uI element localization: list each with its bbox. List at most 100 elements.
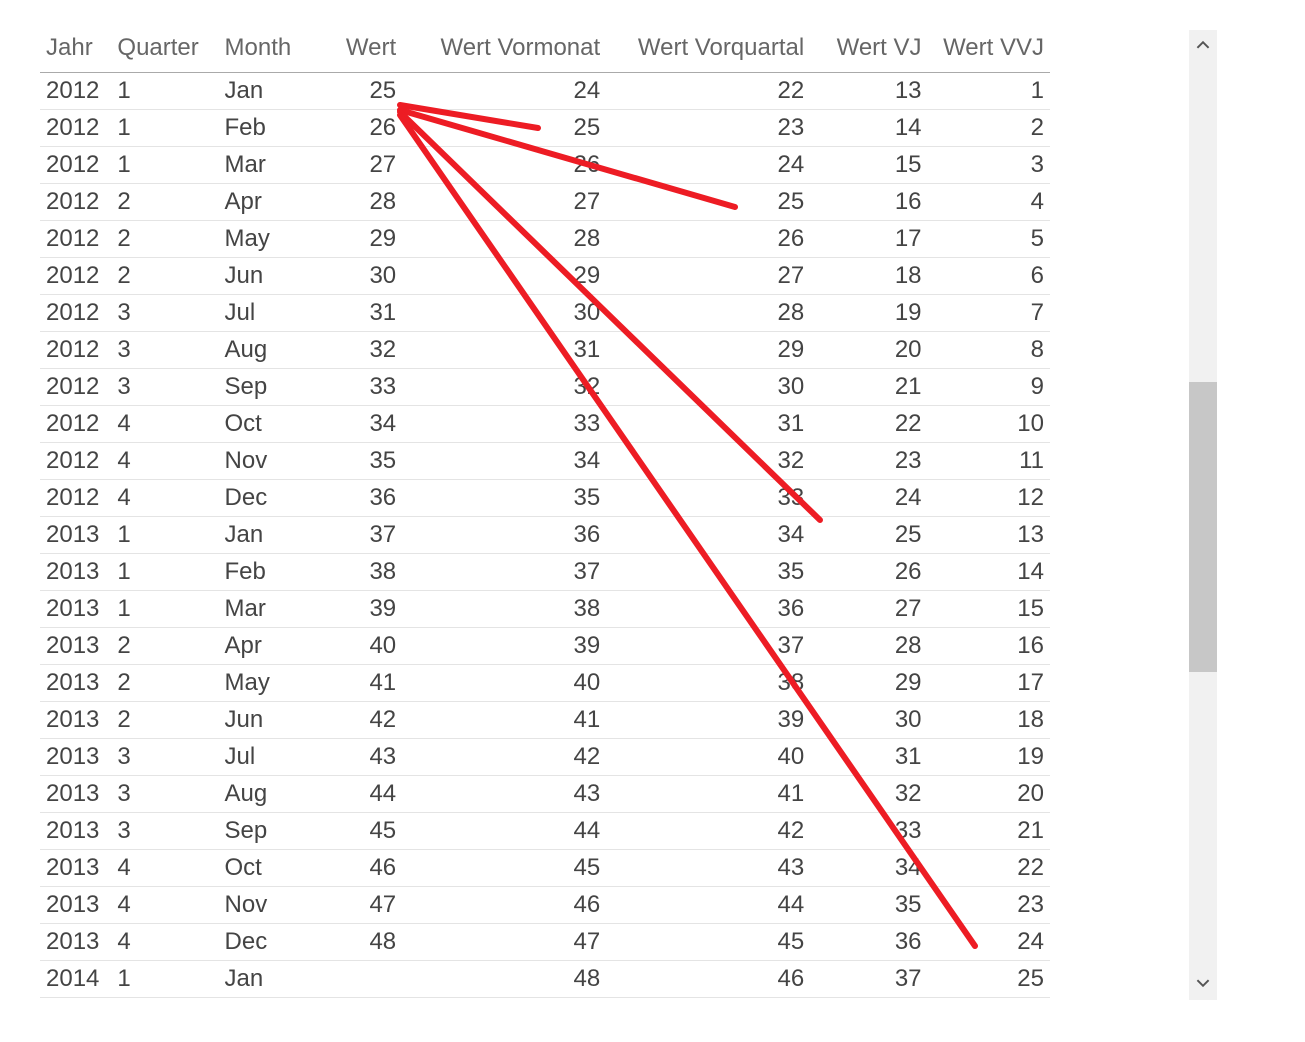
col-header-wert[interactable]: Wert [321, 30, 403, 73]
cell-vvj: 11 [928, 443, 1050, 480]
cell-vorquartal: 23 [606, 110, 810, 147]
cell-vj: 22 [810, 406, 927, 443]
cell-vj: 17 [810, 221, 927, 258]
cell-vj: 27 [810, 591, 927, 628]
cell-vj: 32 [810, 776, 927, 813]
cell-vj: 37 [810, 961, 927, 998]
cell-wert: 39 [321, 591, 403, 628]
table-row[interactable]: 20121Jan252422131 [40, 73, 1050, 110]
cell-vorquartal: 38 [606, 665, 810, 702]
cell-quarter: 4 [111, 480, 218, 517]
table-row[interactable]: 20122Apr282725164 [40, 184, 1050, 221]
table-row[interactable]: 20121Feb262523142 [40, 110, 1050, 147]
table-row[interactable]: 20133Sep4544423321 [40, 813, 1050, 850]
scroll-down-button[interactable] [1189, 968, 1217, 1000]
table-row[interactable]: 20134Nov4746443523 [40, 887, 1050, 924]
cell-month: Feb [219, 554, 321, 591]
table-row[interactable]: 20123Sep333230219 [40, 369, 1050, 406]
cell-month: Jun [219, 258, 321, 295]
cell-vormonat: 30 [402, 295, 606, 332]
table-row[interactable]: 20123Aug323129208 [40, 332, 1050, 369]
cell-vvj: 13 [928, 517, 1050, 554]
cell-jahr: 2012 [40, 443, 111, 480]
table-row[interactable]: 20132May4140382917 [40, 665, 1050, 702]
col-header-vormonat[interactable]: Wert Vormonat [402, 30, 606, 73]
cell-jahr: 2013 [40, 665, 111, 702]
cell-quarter: 1 [111, 554, 218, 591]
table-row[interactable]: 20133Aug4443413220 [40, 776, 1050, 813]
table-row[interactable]: 20124Nov3534322311 [40, 443, 1050, 480]
table-row[interactable]: 20133Jul4342403119 [40, 739, 1050, 776]
cell-vormonat: 44 [402, 813, 606, 850]
cell-jahr: 2012 [40, 258, 111, 295]
cell-jahr: 2013 [40, 628, 111, 665]
cell-vj: 33 [810, 813, 927, 850]
table-row[interactable]: 20132Apr4039372816 [40, 628, 1050, 665]
table-row[interactable]: 20124Oct3433312210 [40, 406, 1050, 443]
cell-vormonat: 36 [402, 517, 606, 554]
col-header-jahr[interactable]: Jahr [40, 30, 111, 73]
table-row[interactable]: 20134Dec4847453624 [40, 924, 1050, 961]
cell-vormonat: 48 [402, 961, 606, 998]
cell-jahr: 2013 [40, 554, 111, 591]
table-row[interactable]: 20131Feb3837352614 [40, 554, 1050, 591]
cell-jahr: 2012 [40, 221, 111, 258]
cell-vj: 25 [810, 517, 927, 554]
cell-month: Apr [219, 628, 321, 665]
cell-wert: 25 [321, 73, 403, 110]
table-row[interactable]: 20141Jan48463725 [40, 961, 1050, 998]
cell-vj: 24 [810, 480, 927, 517]
vertical-scrollbar[interactable] [1189, 30, 1217, 1000]
table-row[interactable]: 20132Jun4241393018 [40, 702, 1050, 739]
cell-month: Jan [219, 517, 321, 554]
col-header-vj[interactable]: Wert VJ [810, 30, 927, 73]
cell-vorquartal: 28 [606, 295, 810, 332]
cell-quarter: 3 [111, 776, 218, 813]
col-header-vvj[interactable]: Wert VVJ [928, 30, 1050, 73]
cell-wert: 26 [321, 110, 403, 147]
table-row[interactable]: 20123Jul313028197 [40, 295, 1050, 332]
cell-vj: 15 [810, 147, 927, 184]
table-row[interactable]: 20131Mar3938362715 [40, 591, 1050, 628]
col-header-vorquartal[interactable]: Wert Vorquartal [606, 30, 810, 73]
cell-quarter: 2 [111, 184, 218, 221]
cell-wert: 27 [321, 147, 403, 184]
cell-vormonat: 33 [402, 406, 606, 443]
cell-vj: 21 [810, 369, 927, 406]
cell-quarter: 2 [111, 221, 218, 258]
cell-jahr: 2013 [40, 924, 111, 961]
table-row[interactable]: 20124Dec3635332412 [40, 480, 1050, 517]
scroll-up-button[interactable] [1189, 30, 1217, 62]
cell-jahr: 2012 [40, 73, 111, 110]
cell-month: Dec [219, 480, 321, 517]
cell-vvj: 23 [928, 887, 1050, 924]
col-header-quarter[interactable]: Quarter [111, 30, 218, 73]
cell-quarter: 1 [111, 961, 218, 998]
cell-vvj: 2 [928, 110, 1050, 147]
cell-jahr: 2012 [40, 110, 111, 147]
table-row[interactable]: 20131Jan3736342513 [40, 517, 1050, 554]
cell-vvj: 25 [928, 961, 1050, 998]
col-header-month[interactable]: Month [219, 30, 321, 73]
table-row[interactable]: 20134Oct4645433422 [40, 850, 1050, 887]
cell-wert: 41 [321, 665, 403, 702]
table-row[interactable]: 20121Mar272624153 [40, 147, 1050, 184]
cell-vorquartal: 44 [606, 887, 810, 924]
table-row[interactable]: 20122May292826175 [40, 221, 1050, 258]
cell-vorquartal: 31 [606, 406, 810, 443]
cell-vorquartal: 42 [606, 813, 810, 850]
cell-quarter: 4 [111, 406, 218, 443]
cell-vorquartal: 24 [606, 147, 810, 184]
cell-vj: 29 [810, 665, 927, 702]
table-row[interactable]: 20122Jun302927186 [40, 258, 1050, 295]
cell-vvj: 22 [928, 850, 1050, 887]
cell-month: Jul [219, 295, 321, 332]
cell-vj: 18 [810, 258, 927, 295]
data-table: Jahr Quarter Month Wert Wert Vormonat We… [40, 30, 1050, 998]
cell-vvj: 14 [928, 554, 1050, 591]
cell-vj: 13 [810, 73, 927, 110]
cell-month: Oct [219, 406, 321, 443]
scrollbar-thumb[interactable] [1189, 382, 1217, 672]
cell-month: Mar [219, 147, 321, 184]
cell-jahr: 2013 [40, 739, 111, 776]
